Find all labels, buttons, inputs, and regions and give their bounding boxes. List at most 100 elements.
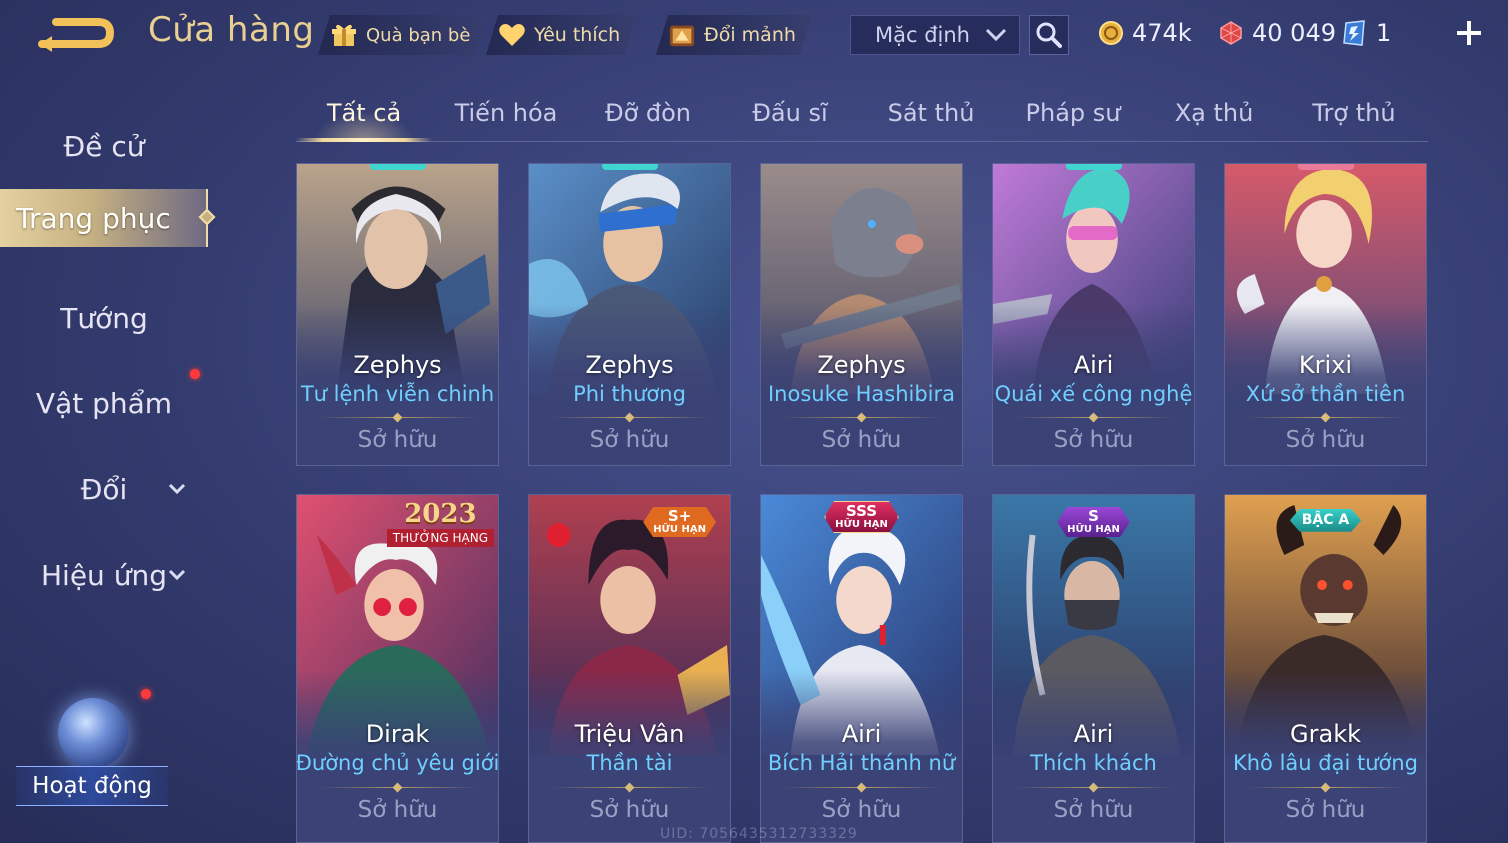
tab-label: Pháp sư xyxy=(1025,99,1121,127)
hero-name: Zephys xyxy=(353,351,442,379)
card-top-tab xyxy=(1297,164,1354,170)
notification-dot xyxy=(190,369,200,379)
tab-label: Sát thủ xyxy=(887,99,975,127)
top-bar: Cửa hàng Quà bạn bè Yêu thích Đổi mảnh M… xyxy=(0,0,1508,70)
crystal-card-icon xyxy=(1343,20,1365,46)
tab-label: Trợ thủ xyxy=(1312,99,1396,127)
skin-grid: Zephys Tư lệnh viễn chinh Sở hữu Zephys … xyxy=(296,163,1428,843)
event-button[interactable]: Hoạt động xyxy=(16,690,168,820)
badge-title: S+ xyxy=(667,507,692,525)
skin-name: Bích Hải thánh nữ xyxy=(767,751,956,775)
skin-name: Thần tài xyxy=(586,751,673,775)
hero-name: Grakk xyxy=(1290,720,1361,748)
owned-status: Sở hữu xyxy=(357,797,438,823)
fragment-chest-icon xyxy=(668,21,696,49)
exchange-fragments-label: Đổi mảnh xyxy=(704,24,796,46)
sidebar-item-heroes[interactable]: Tướng xyxy=(0,289,208,347)
coupon-currency: 40 049 xyxy=(1218,15,1336,51)
chevron-down-icon xyxy=(168,483,186,495)
skin-name: Tư lệnh viễn chinh xyxy=(300,382,495,406)
sidebar-item-recommended[interactable]: Đề cử xyxy=(0,117,208,175)
tab-label: Xạ thủ xyxy=(1174,99,1254,127)
search-button[interactable] xyxy=(1029,15,1069,55)
tier-badge: S+ HỮU HẠN xyxy=(643,507,716,537)
skin-name: Thích khách xyxy=(1030,751,1157,775)
owned-status: Sở hữu xyxy=(1053,427,1134,453)
sidebar-item-label: Tướng xyxy=(60,301,148,335)
sort-dropdown[interactable]: Mặc định xyxy=(850,15,1020,55)
back-arrow-icon xyxy=(38,18,115,52)
owned-status: Sở hữu xyxy=(589,427,670,453)
tab-label: Tiến hóa xyxy=(454,99,558,127)
badge-hex: BẬC A xyxy=(1290,509,1362,532)
skin-name: Phi thương xyxy=(573,382,686,406)
owned-status: Sở hữu xyxy=(1285,797,1366,823)
skin-card[interactable]: Zephys Inosuke Hashibira Sở hữu xyxy=(760,163,963,466)
tab-tank[interactable]: Đỡ đòn xyxy=(580,86,716,140)
badge-hex: S+ HỮU HẠN xyxy=(643,507,716,537)
skin-card[interactable]: 2023 THƯỞNG HẠNG Dirak Đường chủ yêu giớ… xyxy=(296,494,499,843)
skin-name: Khô lâu đại tướng xyxy=(1232,751,1419,775)
tier-badge: SSS HỮU HẠN xyxy=(824,501,899,533)
owned-status: Sở hữu xyxy=(821,797,902,823)
tier-badge: BẬC A xyxy=(1290,509,1362,532)
favorite-button[interactable]: Yêu thích xyxy=(486,15,636,55)
hero-name: Triệu Vân xyxy=(574,720,685,748)
card-top-tab xyxy=(1065,164,1122,170)
sidebar-item-items[interactable]: Vật phẩm xyxy=(0,374,208,432)
tab-mage[interactable]: Pháp sư xyxy=(1005,86,1141,140)
gold-coin-icon xyxy=(1099,21,1123,45)
active-indicator-icon xyxy=(198,208,216,226)
gift-icon xyxy=(330,21,358,49)
page-title: Cửa hàng xyxy=(148,10,315,50)
category-tabs: Tất cả Tiến hóa Đỡ đòn Đấu sĩ Sát thủ Ph… xyxy=(296,86,1428,142)
tab-evolution[interactable]: Tiến hóa xyxy=(438,86,574,140)
sidebar-item-label: Trang phục xyxy=(16,201,171,235)
add-currency-button[interactable] xyxy=(1452,16,1486,50)
owned-status: Sở hữu xyxy=(1285,427,1366,453)
sidebar-item-exchange[interactable]: Đổi xyxy=(0,460,208,518)
tier-badge: S HỮU HẠN xyxy=(1057,507,1130,537)
tab-label: Đấu sĩ xyxy=(752,99,828,127)
gold-amount: 474k xyxy=(1132,19,1192,47)
badge-hex: S HỮU HẠN xyxy=(1057,507,1130,537)
skin-card[interactable]: Krixi Xứ sở thần tiên Sở hữu xyxy=(1224,163,1427,466)
skin-name: Xứ sở thần tiên xyxy=(1245,382,1406,406)
owned-status: Sở hữu xyxy=(589,797,670,823)
skin-card[interactable]: S+ HỮU HẠN Triệu Vân Thần tài Sở hữu xyxy=(528,494,731,843)
tab-marksman[interactable]: Xạ thủ xyxy=(1146,86,1282,140)
badge-subtitle: HỮU HẠN xyxy=(1067,523,1120,535)
owned-status: Sở hữu xyxy=(1053,797,1134,823)
skin-card[interactable]: Airi Quái xế công nghệ Sở hữu xyxy=(992,163,1195,466)
back-button[interactable] xyxy=(36,14,116,54)
chevron-down-icon xyxy=(168,569,186,581)
gold-currency: 474k xyxy=(1098,15,1192,51)
friend-gift-button[interactable]: Quà bạn bè xyxy=(318,15,486,55)
skin-card[interactable]: SSS HỮU HẠN Airi Bích Hải thánh nữ Sở hữ… xyxy=(760,494,963,843)
skin-card[interactable]: Zephys Tư lệnh viễn chinh Sở hữu xyxy=(296,163,499,466)
tab-assassin[interactable]: Sát thủ xyxy=(863,86,999,140)
skin-card[interactable]: Zephys Phi thương Sở hữu xyxy=(528,163,731,466)
uid-watermark: UID: 7056435312733329 xyxy=(660,826,858,842)
tab-label: Đỡ đòn xyxy=(604,99,692,127)
hero-name: Zephys xyxy=(817,351,906,379)
card-top-tab xyxy=(369,164,426,170)
search-icon xyxy=(1036,22,1062,48)
card-top-tab xyxy=(601,164,658,170)
exchange-fragments-button[interactable]: Đổi mảnh xyxy=(656,15,812,55)
badge-title: SSS xyxy=(845,502,878,520)
tab-active-underline xyxy=(296,138,432,142)
tab-fighter[interactable]: Đấu sĩ xyxy=(722,86,858,140)
heart-icon xyxy=(498,21,526,49)
sidebar-item-skins[interactable]: Trang phục xyxy=(0,189,216,247)
sidebar-item-effects[interactable]: Hiệu ứng xyxy=(0,546,208,604)
sidebar-item-label: Hiệu ứng xyxy=(41,558,167,592)
badge-title: 2023 xyxy=(404,499,477,529)
hero-name: Airi xyxy=(1073,351,1114,379)
hero-name: Zephys xyxy=(585,351,674,379)
tab-support[interactable]: Trợ thủ xyxy=(1286,86,1422,140)
tab-glow xyxy=(314,111,414,141)
skin-card[interactable]: BẬC A Grakk Khô lâu đại tướng Sở hữu xyxy=(1224,494,1427,843)
skin-card[interactable]: S HỮU HẠN Airi Thích khách Sở hữu xyxy=(992,494,1195,843)
hero-name: Dirak xyxy=(365,720,430,748)
